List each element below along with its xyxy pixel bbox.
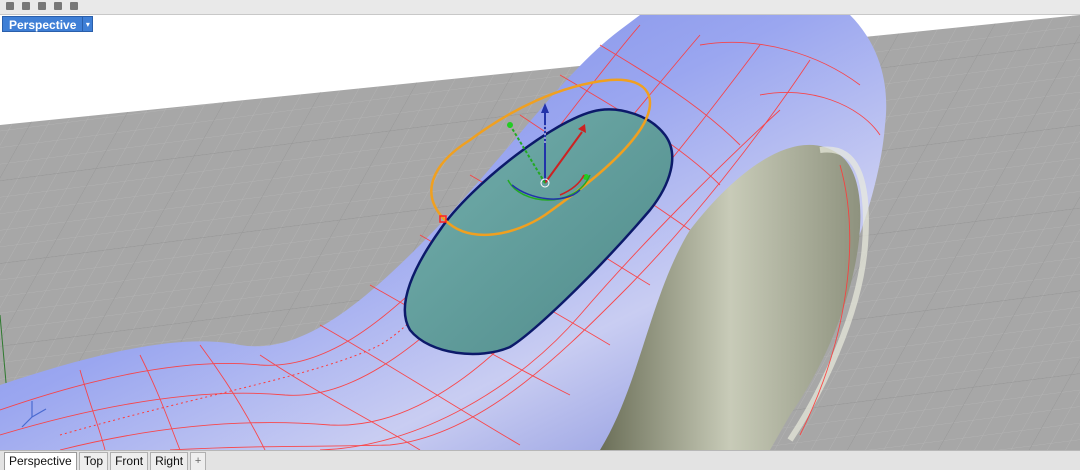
toolbar-button-icon[interactable]	[22, 2, 30, 10]
viewport-title[interactable]: Perspective ▾	[2, 16, 94, 32]
tab-perspective[interactable]: Perspective	[4, 452, 77, 470]
toolbar-button-icon[interactable]	[54, 2, 62, 10]
chevron-down-icon[interactable]: ▾	[83, 16, 94, 32]
viewport-tab-bar: Perspective Top Front Right +	[0, 450, 1080, 470]
tab-front[interactable]: Front	[110, 452, 149, 470]
toolbar-button-icon[interactable]	[6, 2, 14, 10]
top-toolbar-strip	[0, 0, 1080, 15]
viewport-scene[interactable]	[0, 15, 1080, 450]
toolbar-button-icon[interactable]	[70, 2, 78, 10]
viewport-title-label[interactable]: Perspective	[2, 16, 84, 32]
tab-right[interactable]: Right	[150, 452, 189, 470]
perspective-viewport[interactable]: Perspective ▾	[0, 15, 1080, 450]
tab-top[interactable]: Top	[78, 452, 109, 470]
add-viewport-tab-icon[interactable]: +	[190, 452, 207, 470]
toolbar-button-icon[interactable]	[38, 2, 46, 10]
